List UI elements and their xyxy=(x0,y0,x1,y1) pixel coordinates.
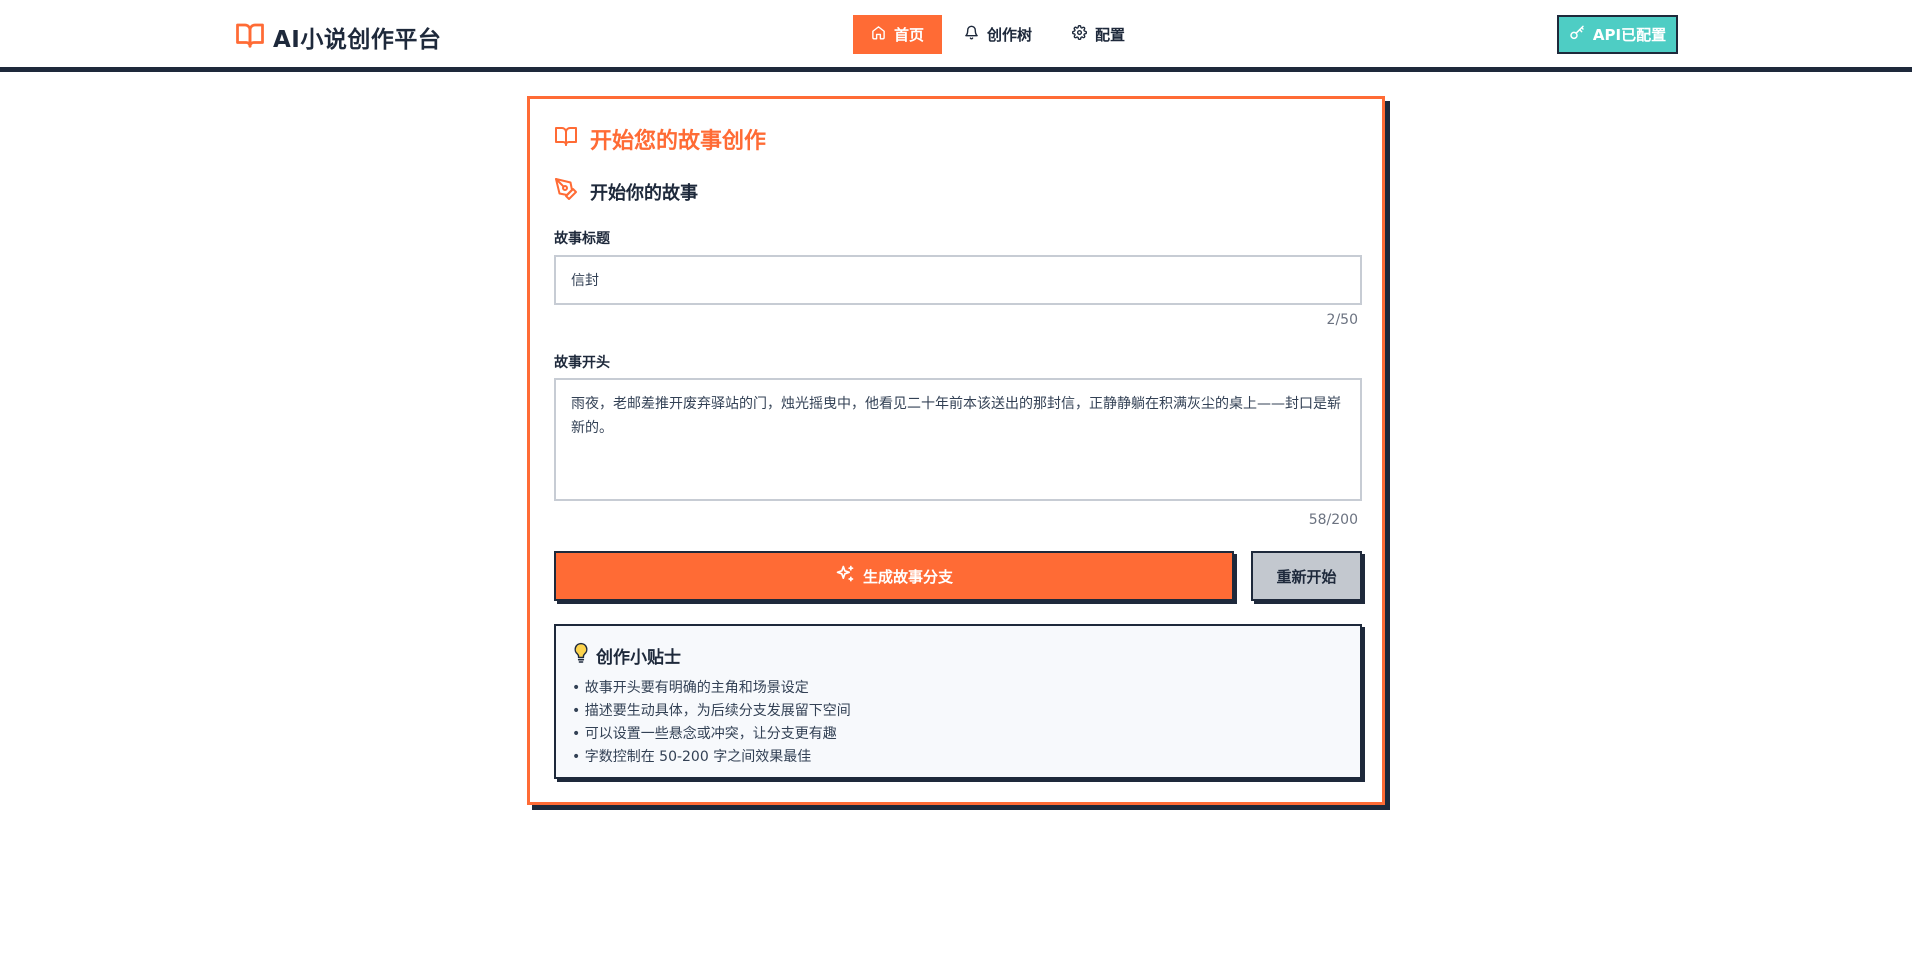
generate-branches-label: 生成故事分支 xyxy=(862,567,953,586)
story-title-counter: 2/50 xyxy=(1326,312,1358,328)
list-item: • 故事开头要有明确的主角和场景设定 xyxy=(572,680,809,696)
api-configured-button[interactable]: API已配置 xyxy=(1557,15,1678,54)
list-item: • 字数控制在 50-200 字之间效果最佳 xyxy=(572,749,812,765)
story-opening-label: 故事开头 xyxy=(554,355,610,371)
bell-icon xyxy=(964,25,979,44)
key-icon xyxy=(1569,25,1585,45)
tips-title: 创作小贴士 xyxy=(572,642,1344,669)
app-title: AI小说创作平台 xyxy=(273,27,442,53)
sparkles-icon xyxy=(835,564,855,588)
nav-settings[interactable]: 配置 xyxy=(1054,15,1143,54)
nav-home[interactable]: 首页 xyxy=(853,15,943,54)
tips-title-text: 创作小贴士 xyxy=(596,648,681,668)
story-title-label: 故事标题 xyxy=(554,231,610,247)
story-opening-counter: 58/200 xyxy=(1308,512,1358,528)
nav-home-label: 首页 xyxy=(894,26,925,44)
top-navbar: AI小说创作平台 首页 创作树 配置 API已配置 xyxy=(0,0,1912,70)
restart-button[interactable]: 重新开始 xyxy=(1251,551,1362,601)
main-nav: 首页 创作树 配置 xyxy=(853,15,1143,54)
restart-label: 重新开始 xyxy=(1276,567,1337,586)
book-open-icon xyxy=(235,20,265,54)
api-configured-label: API已配置 xyxy=(1592,26,1667,44)
story-start-card: 开始您的故事创作 开始你的故事 故事标题 2/50 故事开头 雨夜，老邮差推开废… xyxy=(527,96,1385,805)
book-open-icon xyxy=(554,124,578,154)
card-title-text: 开始您的故事创作 xyxy=(590,129,767,154)
nav-creation-tree[interactable]: 创作树 xyxy=(946,15,1050,54)
card-title: 开始您的故事创作 xyxy=(554,123,766,155)
app-logo[interactable]: AI小说创作平台 xyxy=(235,20,441,54)
lightbulb-icon xyxy=(572,642,590,669)
writing-tips-box: 创作小贴士 • 故事开头要有明确的主角和场景设定 • 描述要生动具体，为后续分支… xyxy=(554,624,1362,779)
list-item: • 可以设置一些悬念或冲突，让分支更有趣 xyxy=(572,726,837,742)
pen-tool-icon xyxy=(554,177,578,206)
home-icon xyxy=(871,25,886,44)
story-title-input[interactable] xyxy=(554,255,1362,305)
nav-settings-label: 配置 xyxy=(1095,26,1126,44)
generate-branches-button[interactable]: 生成故事分支 xyxy=(554,551,1234,601)
gear-icon xyxy=(1072,24,1088,44)
story-opening-textarea[interactable]: 雨夜，老邮差推开废弃驿站的门，烛光摇曳中，他看见二十年前本该送出的那封信，正静静… xyxy=(554,378,1362,501)
section-title: 开始你的故事 xyxy=(554,177,698,206)
nav-creation-tree-label: 创作树 xyxy=(987,26,1033,44)
section-title-text: 开始你的故事 xyxy=(590,182,698,204)
list-item: • 描述要生动具体，为后续分支发展留下空间 xyxy=(572,703,851,719)
tips-list: • 故事开头要有明确的主角和场景设定 • 描述要生动具体，为后续分支发展留下空间… xyxy=(572,677,1344,769)
